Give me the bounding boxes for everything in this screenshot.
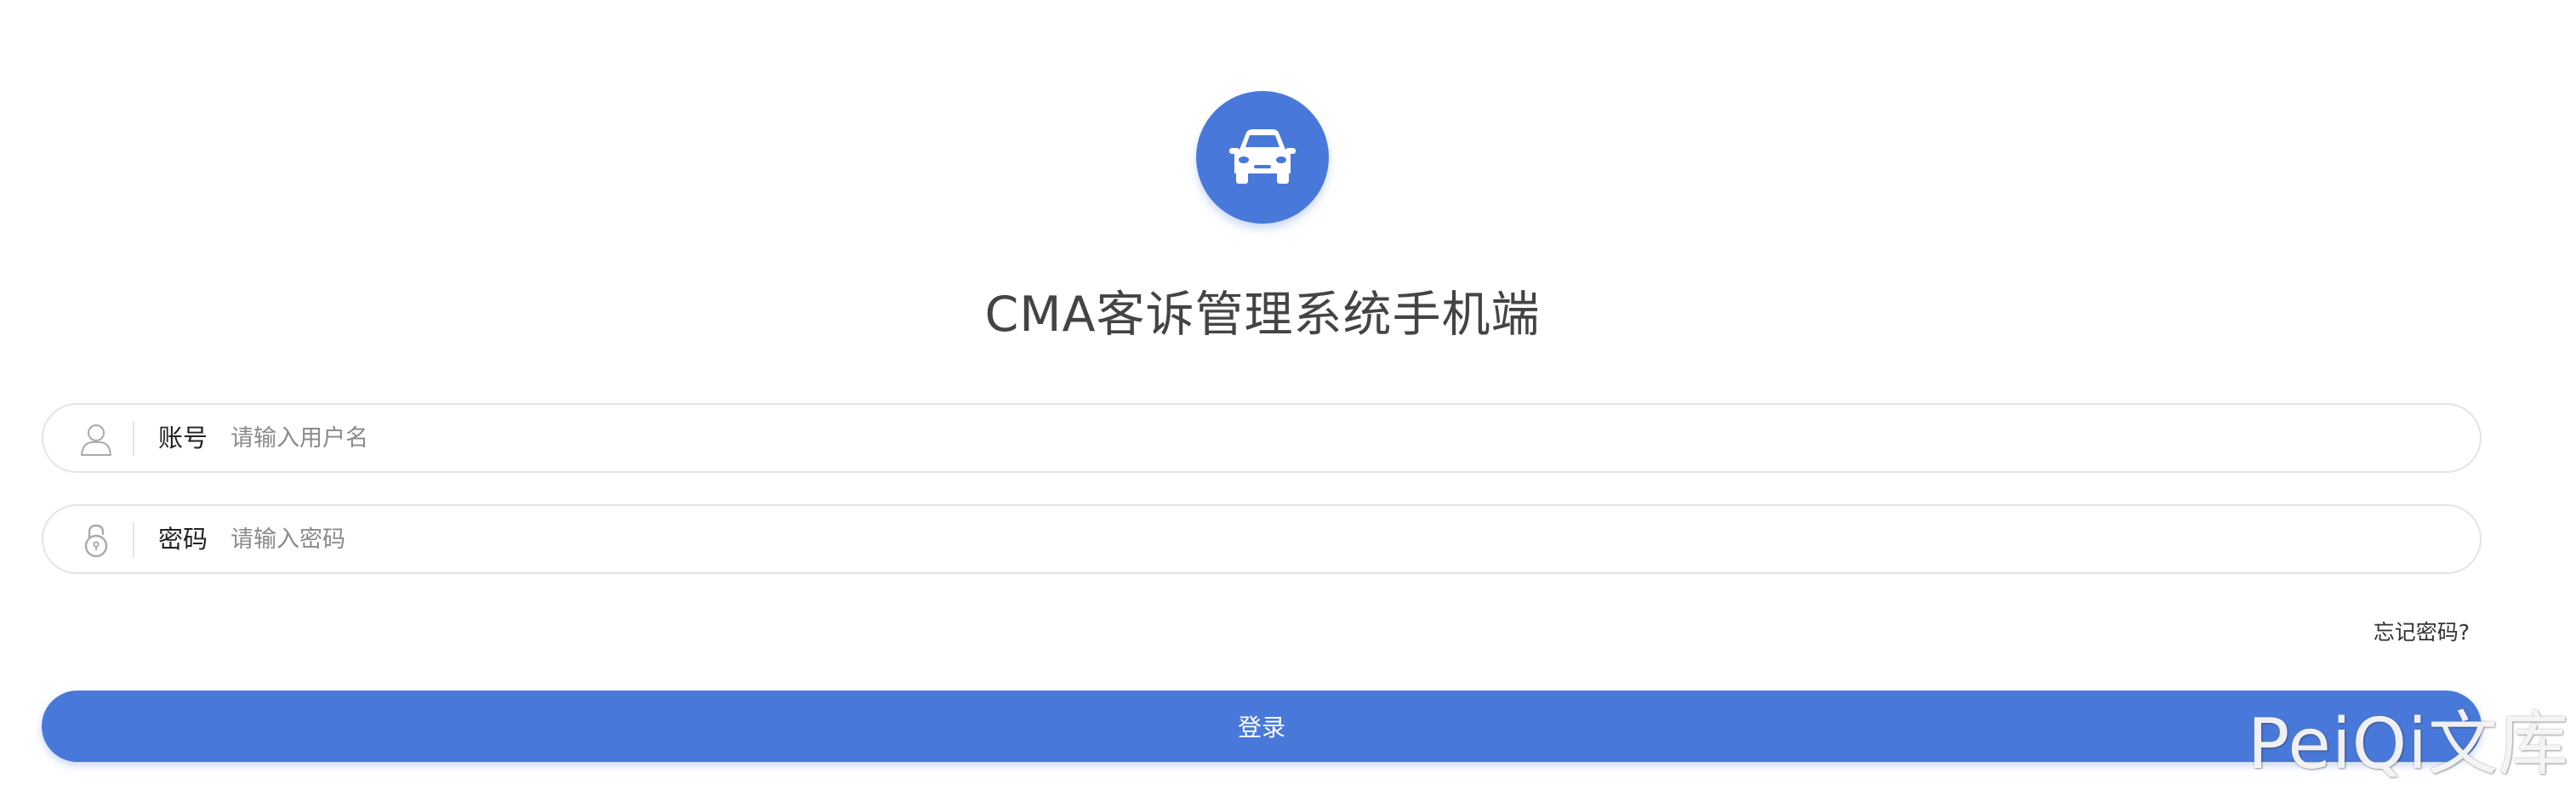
password-input[interactable] bbox=[231, 518, 2408, 560]
login-button[interactable]: 登录 bbox=[42, 691, 2482, 762]
login-page: CMA客诉管理系统手机端 账号 密码 忘记密码? 登录 PeiQi文库 bbox=[0, 0, 2576, 796]
username-field[interactable]: 账号 bbox=[42, 403, 2482, 473]
forgot-password-link[interactable]: 忘记密码? bbox=[2374, 617, 2470, 648]
page-title: CMA客诉管理系统手机端 bbox=[984, 287, 1541, 343]
watermark: PeiQi文库 bbox=[2247, 704, 2569, 785]
username-label: 账号 bbox=[158, 424, 208, 452]
field-divider bbox=[133, 523, 134, 557]
field-divider bbox=[133, 422, 134, 456]
app-logo bbox=[1196, 91, 1329, 224]
user-icon bbox=[81, 424, 111, 456]
password-field[interactable]: 密码 bbox=[42, 504, 2482, 574]
car-icon bbox=[1229, 129, 1296, 184]
password-label: 密码 bbox=[158, 525, 208, 554]
lock-icon bbox=[84, 524, 108, 558]
username-input[interactable] bbox=[231, 417, 2408, 459]
